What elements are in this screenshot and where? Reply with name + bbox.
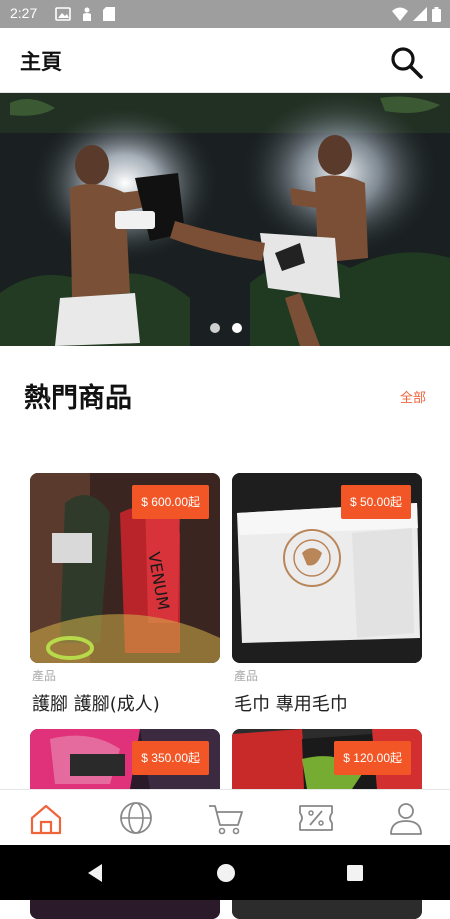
page-title: 主頁	[20, 50, 62, 74]
product-card[interactable]: VENUM $ 600.00起	[30, 473, 220, 663]
product-name[interactable]: 毛巾 專用毛巾	[234, 690, 348, 716]
system-navigation-bar	[0, 845, 450, 900]
wifi-icon	[392, 7, 408, 21]
image-notification-icon	[55, 7, 71, 21]
banner-carousel[interactable]	[0, 93, 450, 346]
see-all-link[interactable]: 全部	[400, 387, 426, 406]
product-card[interactable]: $ 50.00起	[232, 473, 422, 663]
carousel-dot-1[interactable]	[210, 323, 220, 333]
bottom-navigation	[0, 789, 450, 846]
back-icon[interactable]	[86, 863, 104, 883]
status-time: 2:27	[10, 5, 38, 21]
search-icon[interactable]	[388, 44, 424, 80]
recents-icon[interactable]	[346, 864, 364, 882]
cart-icon[interactable]	[206, 798, 246, 838]
profile-icon[interactable]	[386, 798, 426, 838]
banner-image	[0, 93, 450, 346]
globe-icon[interactable]	[116, 798, 156, 838]
price-badge: $ 120.00起	[334, 741, 411, 775]
product-name[interactable]: 護腳 護腳(成人)	[32, 690, 160, 716]
price-badge: $ 50.00起	[340, 485, 411, 519]
app-bar: 主頁	[0, 28, 450, 93]
section-title: 熱門商品	[24, 383, 132, 414]
status-bar: 2:27	[0, 0, 450, 28]
product-category: 產品	[234, 669, 259, 683]
home-icon[interactable]	[26, 798, 66, 838]
sd-card-icon	[103, 7, 115, 21]
home-button-icon[interactable]	[216, 863, 236, 883]
price-badge: $ 600.00起	[132, 485, 209, 519]
price-badge: $ 350.00起	[132, 741, 209, 775]
carousel-dot-2[interactable]	[232, 323, 242, 333]
signal-icon	[413, 7, 427, 21]
person-notification-icon	[83, 7, 91, 21]
battery-icon	[432, 7, 441, 22]
discount-icon[interactable]	[296, 798, 336, 838]
product-category: 產品	[32, 669, 57, 683]
